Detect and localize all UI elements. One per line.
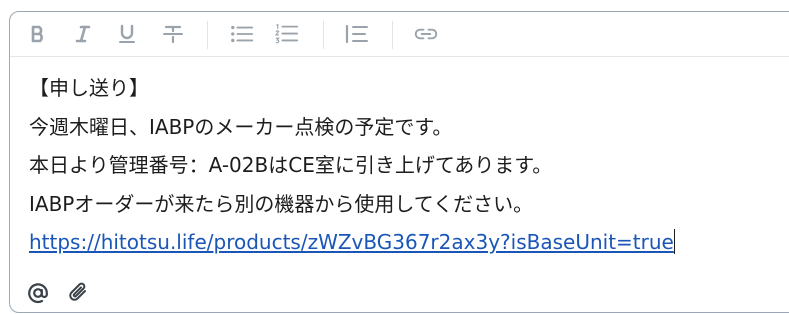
toolbar-separator [392,21,393,49]
toolbar-separator [323,21,324,49]
bullet-list-button[interactable] [230,22,254,46]
underline-icon [119,24,135,43]
numbered-list-button[interactable] [275,22,299,46]
at-icon [28,283,48,304]
attach-button[interactable] [65,280,91,306]
message-line: 【申し送り】 [29,76,149,100]
message-line: 今週木曜日、IABPのメーカー点検の予定です。 [29,114,453,139]
italic-icon [75,25,91,43]
message-editor: 【申し送り】 今週木曜日、IABPのメーカー点検の予定です。 本日より管理番号：… [9,11,789,313]
bold-icon [31,25,43,43]
blockquote-icon [345,24,368,44]
message-body[interactable]: 【申し送り】 今週木曜日、IABPのメーカー点検の予定です。 本日より管理番号：… [29,74,789,267]
link-button[interactable] [414,22,438,46]
bold-button[interactable] [26,22,50,46]
strikethrough-icon [163,25,183,44]
bullet-list-icon [231,25,254,43]
numbered-list-icon [275,23,299,44]
mention-button[interactable] [25,280,51,306]
underline-button[interactable] [115,22,139,46]
message-line: 本日より管理番号：A-02BはCE室に引き上げてあります。 [29,153,553,177]
message-line-link: https://hitotsu.life/products/zWZvBG367r… [29,228,789,267]
message-line: IABPオーダーが来たら別の機器から使用してください。 [29,191,534,216]
strikethrough-button[interactable] [161,22,185,46]
text-caret [673,229,676,254]
link-icon [414,28,438,40]
blockquote-button[interactable] [345,22,369,46]
italic-button[interactable] [71,22,95,46]
formatting-toolbar [10,12,789,57]
paperclip-icon [69,282,86,301]
toolbar-separator [207,21,208,49]
product-link[interactable]: https://hitotsu.life/products/zWZvBG367r… [29,230,674,254]
